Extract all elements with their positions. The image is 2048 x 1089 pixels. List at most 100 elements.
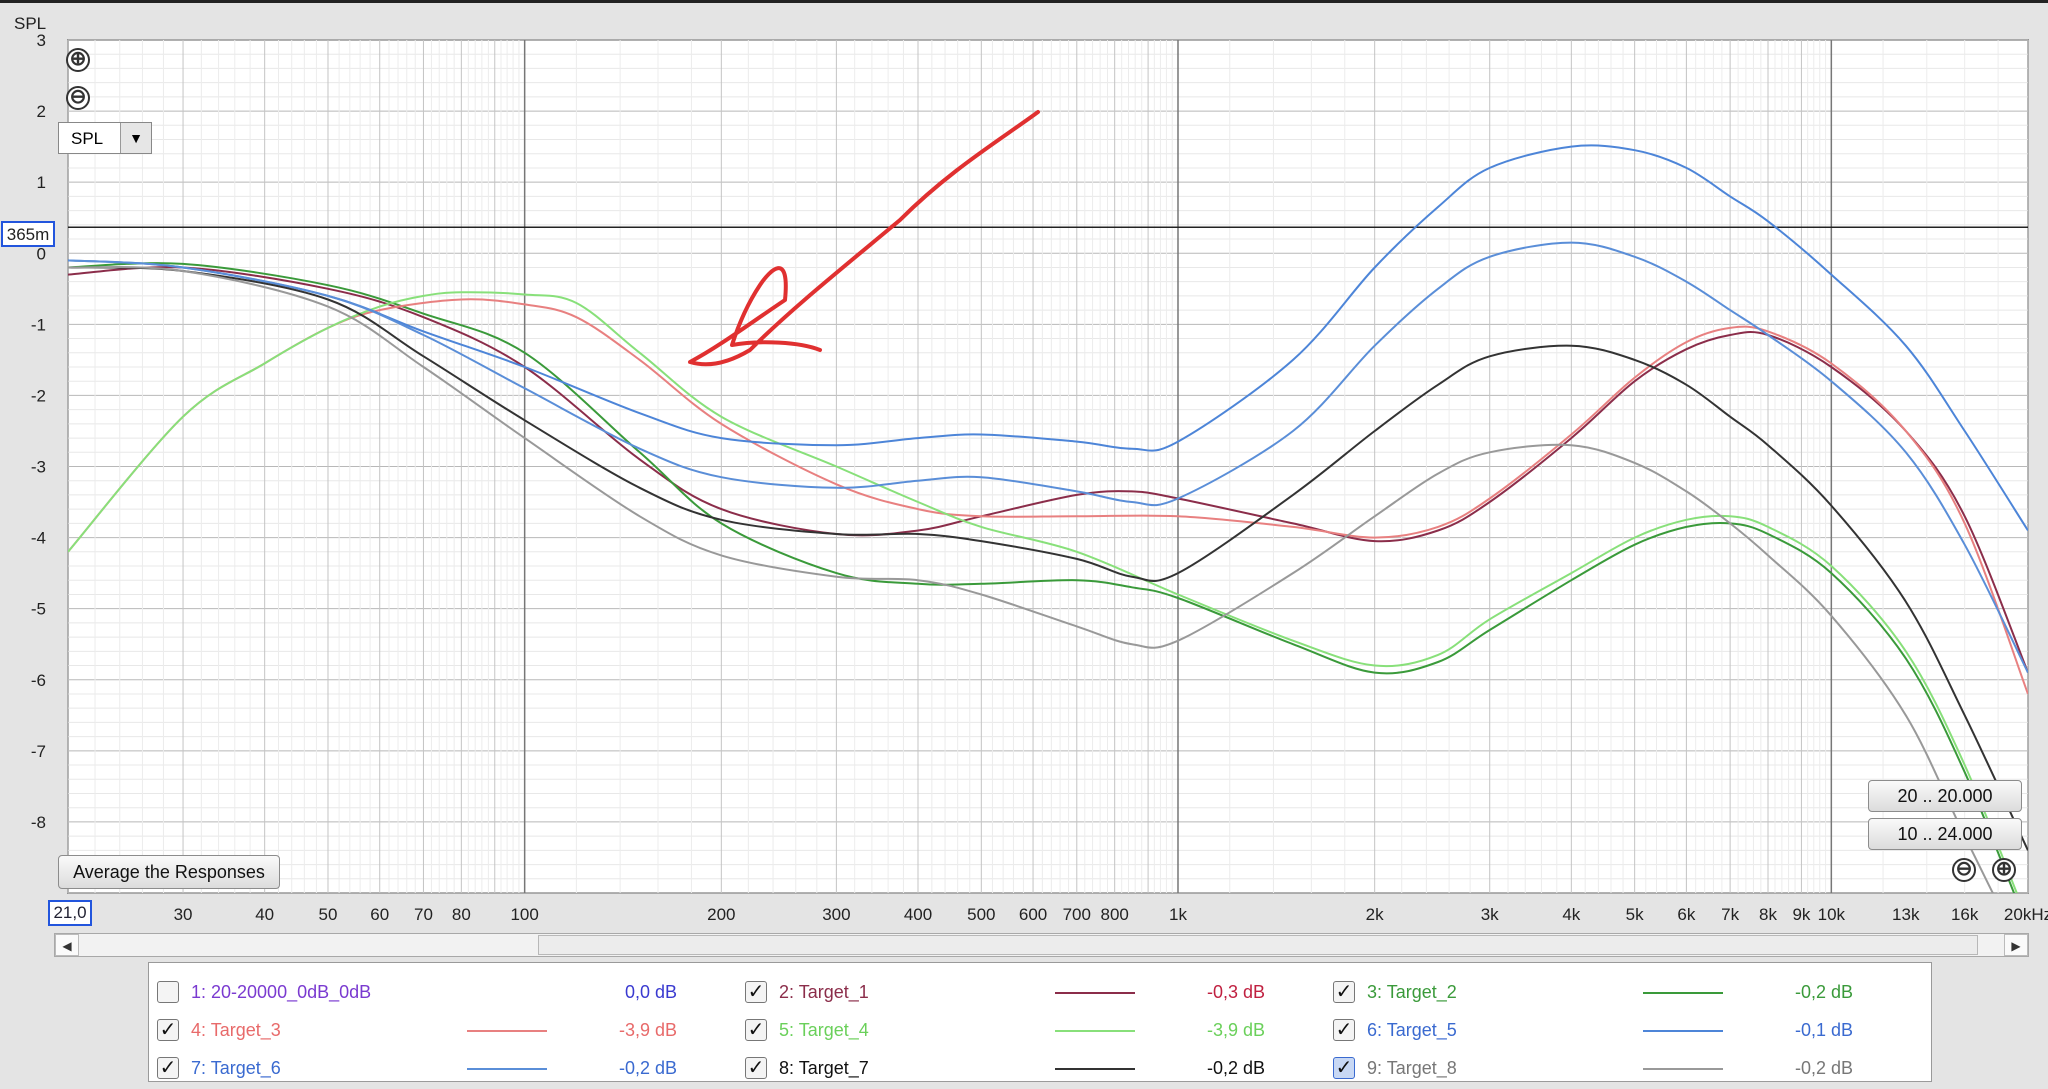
zoom-in-icon[interactable]: ⊕ [66, 48, 90, 72]
legend-swatch [1643, 1030, 1723, 1032]
zoom-in-x-icon[interactable]: ⊕ [1992, 858, 2016, 882]
measurement-dropdown[interactable]: SPL ▼ [58, 122, 152, 154]
legend-checkbox[interactable]: ✓ [1333, 1019, 1355, 1041]
legend-item-5[interactable]: ✓ 5: Target_4 -3,9 dB [745, 1015, 1305, 1051]
legend-label: 6: Target_5 [1367, 1020, 1457, 1040]
y-tick-label: -4 [31, 529, 46, 548]
legend-checkbox[interactable]: ✓ [157, 1057, 179, 1079]
legend-checkbox[interactable]: ✓ [745, 1019, 767, 1041]
legend-checkbox[interactable]: ✓ [745, 1057, 767, 1079]
legend-swatch [1055, 992, 1135, 994]
y-tick-label: 0 [37, 244, 46, 263]
legend-item-7[interactable]: ✓ 7: Target_6 -0,2 dB [157, 1053, 717, 1089]
legend-label: 3: Target_2 [1367, 982, 1457, 1002]
legend-value: -0,2 dB [1794, 1058, 1853, 1078]
scrollbar-thumb[interactable] [538, 935, 1978, 955]
legend-value: -0,2 dB [1794, 982, 1853, 1002]
dropdown-value: SPL [71, 129, 104, 148]
legend-label: 7: Target_6 [191, 1058, 281, 1078]
horizontal-scrollbar[interactable]: ◀ ▶ [54, 933, 2029, 957]
y-tick-label: 2 [37, 102, 46, 121]
chart-grid [67, 39, 2029, 894]
legend-checkbox[interactable] [157, 981, 179, 1003]
y-axis-ticks: 3 2 1 0 -1 -2 -3 -4 -5 -6 -7 -8 [31, 31, 46, 832]
x-tick-label: 7k [1721, 905, 1739, 924]
x-tick-label: 6k [1677, 905, 1695, 924]
spl-chart[interactable]: 3210-1-2-3-4-5-6-7-8 30 40 50 60 70 80 100 200 3… [0, 0, 2048, 930]
x-tick-label: 9k [1792, 905, 1810, 924]
legend-swatch [1055, 1030, 1135, 1032]
y-tick-label: -2 [31, 386, 46, 405]
legend-value: -0,3 dB [1206, 982, 1265, 1002]
y-tick-label: -8 [31, 813, 46, 832]
legend-label: 5: Target_4 [779, 1020, 869, 1040]
scroll-left-icon[interactable]: ◀ [55, 934, 79, 956]
y-tick-label: 1 [37, 173, 46, 192]
legend-item-9[interactable]: ✓ 9: Target_8 -0,2 dB [1333, 1053, 1893, 1089]
legend-label: 1: 20-20000_0dB_0dB [191, 982, 372, 1002]
x-tick-label: 400 [904, 905, 932, 924]
legend-item-1[interactable]: 1: 20-20000_0dB_0dB 0,0 dB [157, 977, 717, 1013]
x-tick-label: 13k [1892, 905, 1920, 924]
zoom-out-x-icon[interactable]: ⊖ [1952, 858, 1976, 882]
x-tick-label: 800 [1100, 905, 1128, 924]
legend-checkbox[interactable]: ✓ [1333, 981, 1355, 1003]
measurement-legend: 1: 20-20000_0dB_0dB 0,0 dB ✓ 4: Target_3… [148, 962, 1932, 1082]
x-tick-label: 30 [174, 905, 193, 924]
legend-item-3[interactable]: ✓ 3: Target_2 -0,2 dB [1333, 977, 1893, 1013]
x-tick-label: 4k [1562, 905, 1580, 924]
legend-swatch [1055, 1068, 1135, 1070]
x-tick-label: 600 [1019, 905, 1047, 924]
legend-item-2[interactable]: ✓ 2: Target_1 -0,3 dB [745, 977, 1305, 1013]
x-tick-label: 200 [707, 905, 735, 924]
legend-swatch [1643, 1068, 1723, 1070]
zoom-out-icon[interactable]: ⊖ [66, 86, 90, 110]
legend-checkbox[interactable]: ✓ [157, 1019, 179, 1041]
y-tick-label: -7 [31, 742, 46, 761]
y-tick-label: -5 [31, 600, 46, 619]
legend-value: 0,0 dB [624, 982, 677, 1002]
legend-item-8[interactable]: ✓ 8: Target_7 -0,2 dB [745, 1053, 1305, 1089]
legend-value: -0,2 dB [618, 1058, 677, 1078]
legend-label: 2: Target_1 [779, 982, 869, 1002]
x-tick-label: 700 [1063, 905, 1091, 924]
legend-swatch [467, 1030, 547, 1032]
x-tick-label: 16k [1951, 905, 1979, 924]
legend-value: -0,2 dB [1206, 1058, 1265, 1078]
start-frequency-box[interactable]: 21,0 [48, 900, 92, 926]
x-tick-label: 5k [1626, 905, 1644, 924]
x-tick-label: 3k [1481, 905, 1499, 924]
x-tick-label: 1k [1169, 905, 1187, 924]
y-tick-label: -3 [31, 458, 46, 477]
y-tick-label: -1 [31, 315, 46, 334]
cursor-value-label: 365m [7, 225, 50, 244]
legend-checkbox[interactable]: ✓ [1333, 1057, 1355, 1079]
x-tick-label: 10k [1818, 905, 1846, 924]
legend-swatch [1643, 992, 1723, 994]
x-tick-label: 60 [370, 905, 389, 924]
x-tick-label: 2k [1366, 905, 1384, 924]
x-axis-ticks: 30 40 50 60 70 80 100 200 300 400 500 600 700 800 1k 2k… [174, 905, 2048, 924]
range-10-24000-button[interactable]: 10 .. 24.000 [1868, 818, 2022, 850]
y-axis-label: SPL [14, 14, 46, 33]
range-20-20000-button[interactable]: 20 .. 20.000 [1868, 780, 2022, 812]
x-tick-label: 20kHz [2004, 905, 2048, 924]
legend-value: -3,9 dB [618, 1020, 677, 1040]
legend-item-4[interactable]: ✓ 4: Target_3 -3,9 dB [157, 1015, 717, 1051]
x-tick-label: 40 [255, 905, 274, 924]
average-responses-button[interactable]: Average the Responses [58, 855, 280, 889]
x-tick-label: 100 [510, 905, 538, 924]
x-tick-label: 8k [1759, 905, 1777, 924]
legend-value: -3,9 dB [1206, 1020, 1265, 1040]
legend-checkbox[interactable]: ✓ [745, 981, 767, 1003]
x-tick-label: 70 [414, 905, 433, 924]
legend-swatch [467, 1068, 547, 1070]
legend-label: 9: Target_8 [1367, 1058, 1457, 1078]
chevron-down-icon[interactable]: ▼ [120, 123, 151, 153]
legend-label: 4: Target_3 [191, 1020, 281, 1040]
legend-item-6[interactable]: ✓ 6: Target_5 -0,1 dB [1333, 1015, 1893, 1051]
legend-label: 8: Target_7 [779, 1058, 869, 1078]
scroll-right-icon[interactable]: ▶ [2004, 934, 2028, 956]
x-tick-label: 80 [452, 905, 471, 924]
x-tick-label: 300 [822, 905, 850, 924]
